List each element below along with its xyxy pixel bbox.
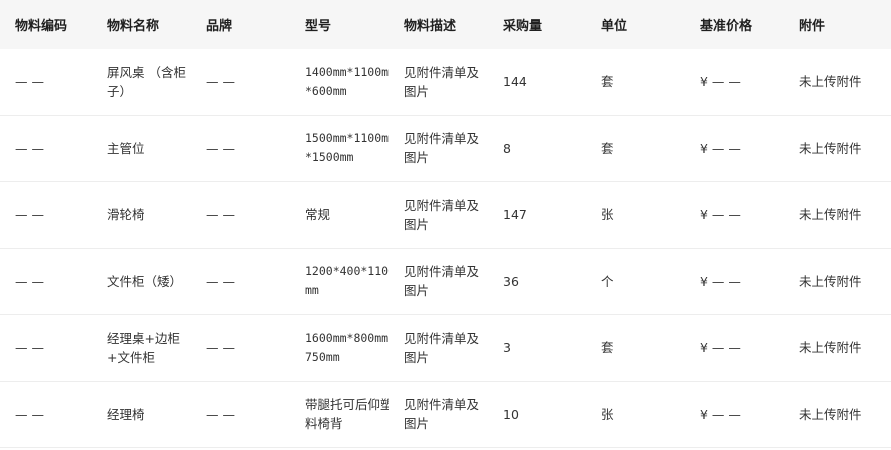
model-text: 1600mm*800mm*750mm	[305, 330, 389, 364]
table-row: — — 文件柜（矮） — — 1200*400*1100mm 见附件清单及图片 …	[0, 249, 891, 315]
description-cell: 见附件清单及图片	[389, 395, 488, 433]
model-cell: 1500mm*1100mm*1500mm	[290, 129, 389, 167]
material-code-cell: — —	[15, 273, 44, 289]
header-purchase-quantity: 采购量	[503, 19, 543, 34]
description-cell: 见附件清单及图片	[389, 196, 488, 234]
material-code-cell: — —	[15, 207, 44, 223]
attachment-cell: 未上传附件	[799, 340, 862, 356]
unit-cell: 套	[601, 340, 614, 356]
attachment-cell: 未上传附件	[799, 74, 862, 90]
material-code-cell: — —	[15, 406, 44, 422]
material-name-cell: 文件柜（矮）	[92, 272, 191, 291]
table-row: — — 经理桌+边柜+文件柜 — — 1600mm*800mm*750mm 见附…	[0, 315, 891, 382]
description-text: 见附件清单及图片	[404, 197, 480, 232]
header-model: 型号	[305, 19, 332, 34]
attachment-cell: 未上传附件	[799, 273, 862, 289]
model-text: 1200*400*1100mm	[305, 264, 389, 298]
brand-cell: — —	[206, 140, 235, 156]
description-text: 见附件清单及图片	[404, 131, 480, 166]
brand-cell: — —	[206, 406, 235, 422]
material-name-text: 经理桌+边柜+文件柜	[107, 330, 180, 365]
brand-cell: — —	[206, 207, 235, 223]
price-cell: ¥ — —	[700, 340, 741, 356]
material-code-cell: — —	[15, 74, 44, 90]
material-name-text: 滑轮椅	[107, 207, 145, 223]
material-name-cell: 经理椅	[92, 405, 191, 424]
price-cell: ¥ — —	[700, 140, 741, 156]
quantity-cell: 147	[503, 207, 527, 223]
material-name-cell: 屏风桌 （含柜子）	[92, 63, 191, 101]
materials-table: 物料编码 物料名称 品牌 型号 物料描述 采购量 单位 基准价格 附件 — — …	[0, 0, 891, 450]
model-text: 常规	[305, 207, 331, 223]
attachment-cell: 未上传附件	[799, 207, 862, 223]
unit-cell: 个	[601, 273, 614, 289]
table-row: — — 经理椅 — — 带腿托可后仰塑料椅背 见附件清单及图片 10 张 ¥ —…	[0, 382, 891, 448]
table-row: — — 屏风桌 （含柜子） — — 1400mm*1100mm*600mm 见附…	[0, 49, 891, 116]
unit-cell: 张	[601, 406, 614, 422]
brand-cell: — —	[206, 74, 235, 90]
material-name-cell: 经理桌+边柜+文件柜	[92, 329, 191, 367]
header-unit: 单位	[601, 19, 628, 34]
model-cell: 1600mm*800mm*750mm	[290, 329, 389, 367]
material-name-text: 文件柜（矮）	[107, 273, 183, 289]
quantity-cell: 8	[503, 140, 511, 156]
price-cell: ¥ — —	[700, 74, 741, 90]
model-text: 1500mm*1100mm*1500mm	[305, 131, 389, 165]
description-cell: 见附件清单及图片	[389, 262, 488, 300]
brand-cell: — —	[206, 273, 235, 289]
table-header-row: 物料编码 物料名称 品牌 型号 物料描述 采购量 单位 基准价格 附件	[0, 0, 891, 49]
material-code-cell: — —	[15, 140, 44, 156]
table-row: — — 主管位 — — 1500mm*1100mm*1500mm 见附件清单及图…	[0, 116, 891, 182]
model-cell: 1200*400*1100mm	[290, 262, 389, 300]
header-attachment: 附件	[799, 19, 826, 34]
model-cell: 常规	[290, 205, 389, 224]
attachment-cell: 未上传附件	[799, 406, 862, 422]
description-cell: 见附件清单及图片	[389, 63, 488, 101]
description-text: 见附件清单及图片	[404, 264, 480, 299]
attachment-cell: 未上传附件	[799, 140, 862, 156]
price-cell: ¥ — —	[700, 273, 741, 289]
header-base-price: 基准价格	[700, 19, 753, 34]
header-material-code: 物料编码	[15, 19, 68, 34]
material-name-text: 经理椅	[107, 406, 145, 422]
material-name-cell: 主管位	[92, 139, 191, 158]
unit-cell: 张	[601, 207, 614, 223]
model-cell: 带腿托可后仰塑料椅背	[290, 395, 389, 433]
header-material-name: 物料名称	[107, 19, 160, 34]
model-cell: 1400mm*1100mm*600mm	[290, 63, 389, 101]
material-name-text: 屏风桌 （含柜子）	[107, 64, 186, 99]
header-material-description: 物料描述	[404, 19, 457, 34]
quantity-cell: 10	[503, 406, 519, 422]
description-text: 见附件清单及图片	[404, 330, 480, 365]
model-text: 带腿托可后仰塑料椅背	[305, 397, 389, 432]
price-cell: ¥ — —	[700, 406, 741, 422]
header-brand: 品牌	[206, 19, 233, 34]
material-code-cell: — —	[15, 340, 44, 356]
table-row: — — 滑轮椅 — — 常规 见附件清单及图片 147 张 ¥ — — 未上传附…	[0, 182, 891, 249]
description-cell: 见附件清单及图片	[389, 129, 488, 167]
description-cell: 见附件清单及图片	[389, 329, 488, 367]
model-text: 1400mm*1100mm*600mm	[305, 64, 389, 98]
material-name-text: 主管位	[107, 140, 145, 156]
description-text: 见附件清单及图片	[404, 64, 480, 99]
quantity-cell: 36	[503, 273, 519, 289]
brand-cell: — —	[206, 340, 235, 356]
description-text: 见附件清单及图片	[404, 397, 480, 432]
material-name-cell: 滑轮椅	[92, 205, 191, 224]
quantity-cell: 3	[503, 340, 511, 356]
quantity-cell: 144	[503, 74, 527, 90]
price-cell: ¥ — —	[700, 207, 741, 223]
unit-cell: 套	[601, 140, 614, 156]
unit-cell: 套	[601, 74, 614, 90]
